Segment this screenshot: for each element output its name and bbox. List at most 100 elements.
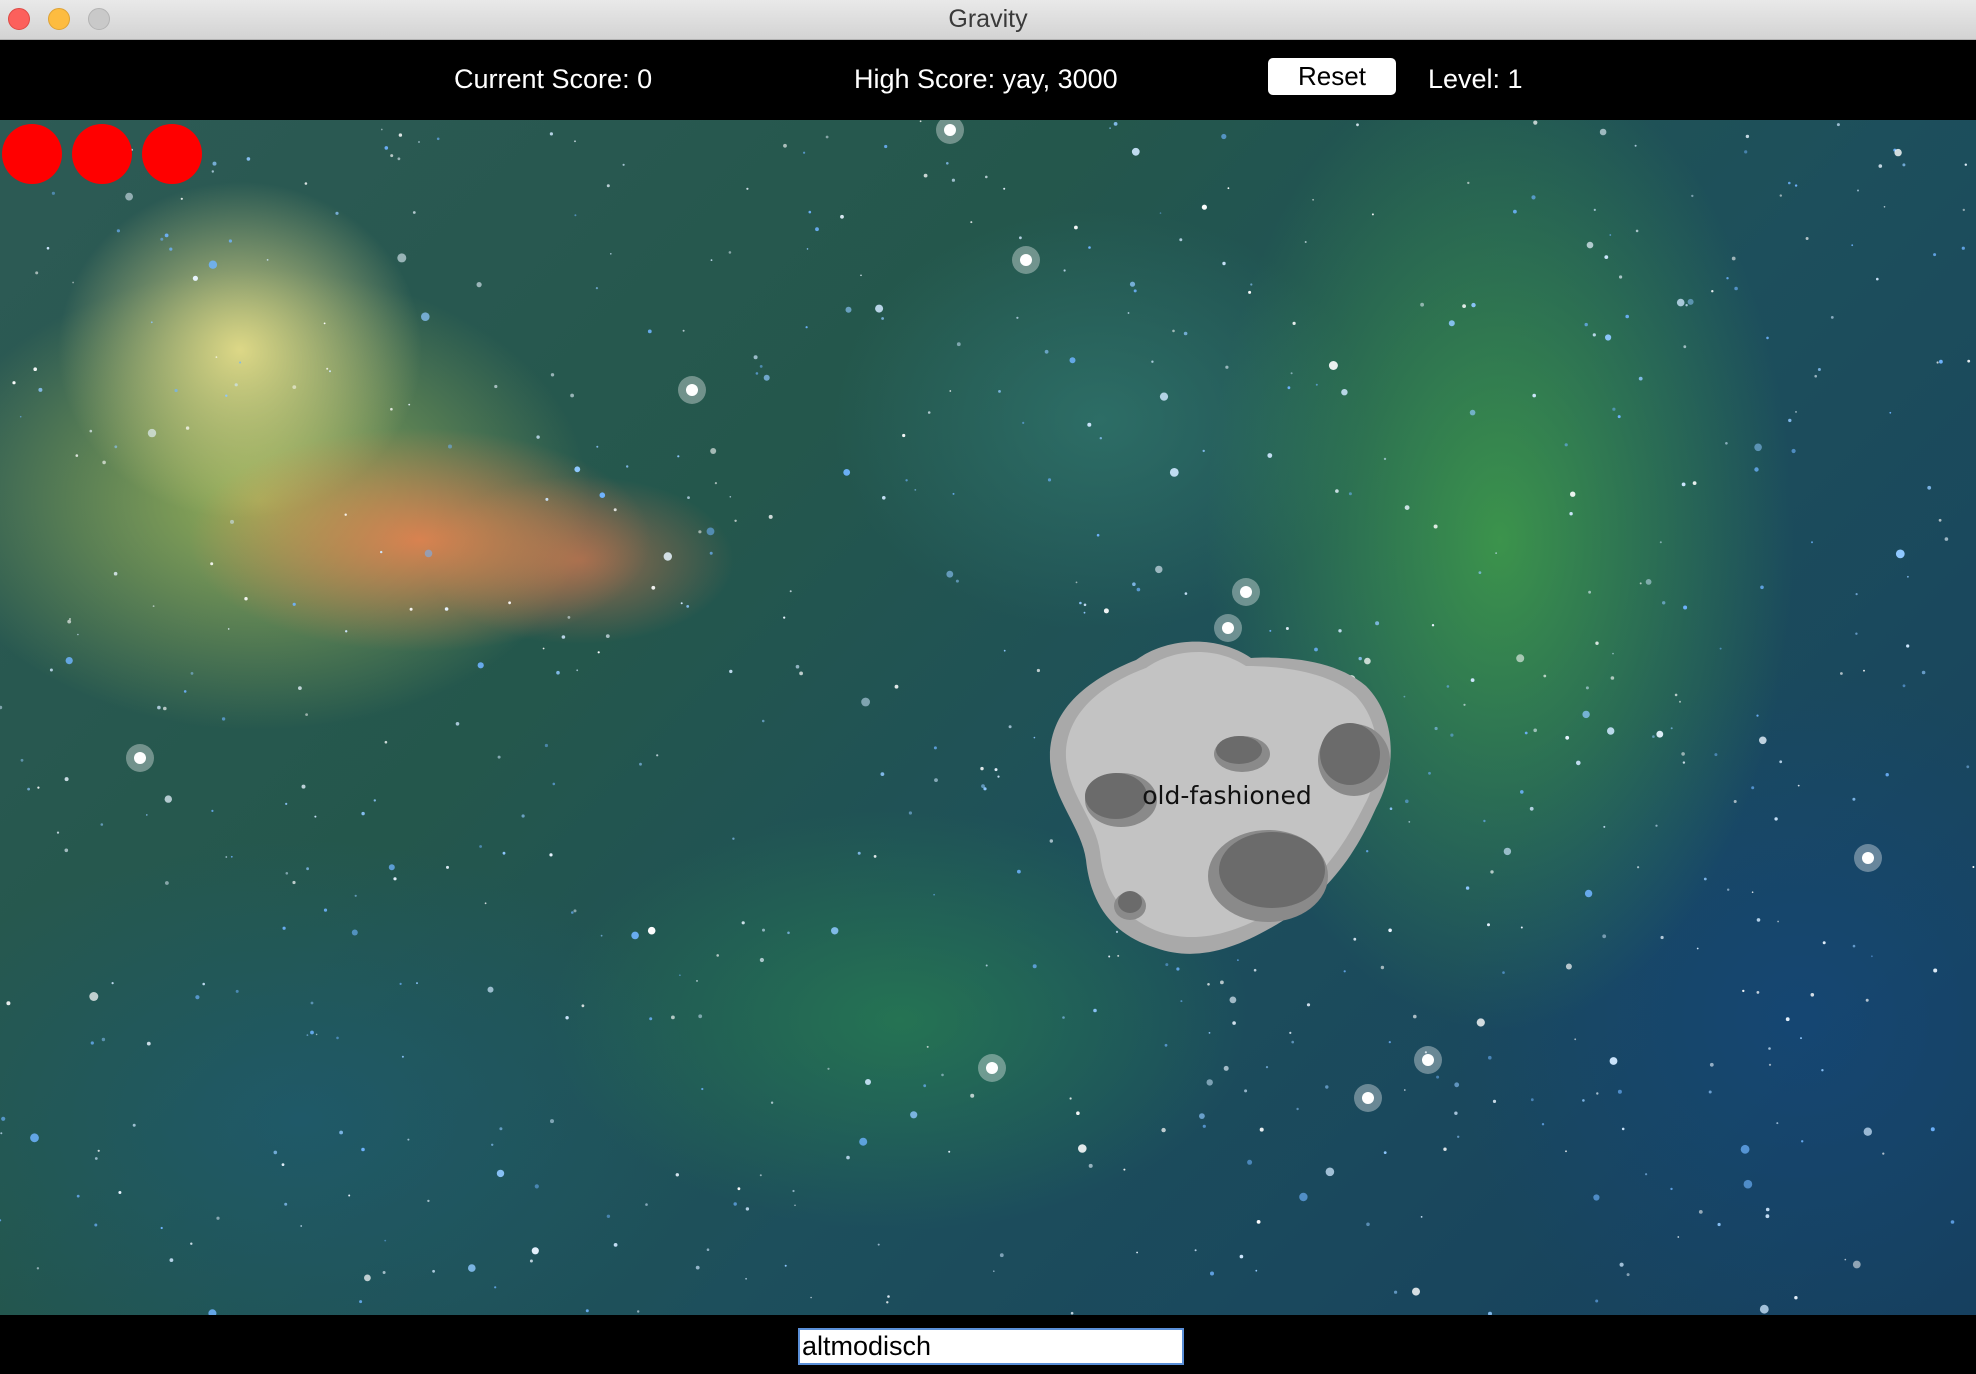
- star: [845, 306, 852, 313]
- star: [843, 469, 851, 476]
- star: [1454, 1082, 1460, 1088]
- star: [1878, 164, 1883, 168]
- star: [1202, 449, 1205, 453]
- star: [741, 921, 745, 925]
- star: [695, 1265, 700, 1270]
- star: [1895, 549, 1905, 559]
- star: [585, 1309, 589, 1313]
- star: [946, 570, 954, 578]
- star: [1794, 184, 1798, 187]
- star: [1625, 314, 1629, 319]
- star: [1016, 316, 1019, 319]
- star: [1610, 676, 1615, 680]
- game-field: old-fashioned: [0, 120, 1976, 1315]
- star: [1079, 601, 1082, 605]
- star: [348, 1194, 351, 1197]
- star: [914, 489, 917, 491]
- star: [1155, 565, 1163, 574]
- star: [1383, 1151, 1387, 1154]
- star: [397, 157, 401, 161]
- star: [216, 1216, 220, 1220]
- star: [64, 848, 69, 853]
- star: [0, 1219, 2, 1222]
- star: [1619, 1262, 1624, 1267]
- star: [1096, 533, 1100, 537]
- star: [647, 329, 652, 334]
- star: [97, 1149, 100, 1152]
- star: [227, 628, 230, 630]
- star: [1883, 206, 1886, 208]
- star: [1961, 246, 1965, 250]
- star: [549, 132, 554, 136]
- star: [1269, 629, 1272, 632]
- star: [783, 616, 786, 619]
- star: [310, 1001, 314, 1005]
- star: [861, 697, 870, 707]
- star: [857, 851, 861, 855]
- star: [329, 370, 331, 373]
- bright-star: [1362, 1092, 1374, 1104]
- star: [344, 513, 347, 516]
- star: [1574, 1038, 1577, 1041]
- star: [1857, 189, 1859, 192]
- star: [1756, 991, 1760, 994]
- star: [1595, 641, 1599, 645]
- star: [361, 811, 365, 816]
- star: [783, 143, 787, 148]
- star: [174, 388, 178, 393]
- star: [1325, 1167, 1335, 1177]
- star: [1754, 443, 1762, 452]
- star: [1019, 236, 1022, 240]
- star: [1210, 1271, 1214, 1276]
- star: [810, 1296, 812, 1299]
- star: [190, 672, 194, 675]
- star: [1822, 941, 1826, 945]
- star: [1328, 361, 1338, 370]
- star: [1291, 1040, 1294, 1044]
- star: [1062, 1016, 1065, 1019]
- star: [1593, 208, 1596, 211]
- star: [1159, 212, 1162, 214]
- life-indicator: [142, 124, 202, 184]
- star: [531, 1247, 539, 1255]
- star: [1335, 489, 1339, 493]
- star: [380, 128, 383, 131]
- star: [680, 602, 683, 605]
- star: [1734, 286, 1738, 291]
- star: [1745, 134, 1750, 139]
- reset-button[interactable]: Reset: [1268, 58, 1396, 95]
- star: [1805, 237, 1809, 240]
- star: [565, 1016, 569, 1020]
- star: [544, 743, 549, 748]
- star: [733, 1202, 737, 1206]
- star: [210, 562, 214, 566]
- answer-input[interactable]: [798, 1328, 1184, 1365]
- star: [746, 187, 749, 190]
- star: [1338, 629, 1342, 633]
- star: [1133, 289, 1137, 293]
- star: [1844, 1258, 1847, 1261]
- bright-star: [1422, 1054, 1434, 1066]
- star: [905, 479, 908, 482]
- star: [745, 1277, 747, 1280]
- star: [983, 787, 987, 791]
- star: [1356, 123, 1359, 127]
- star: [859, 1137, 868, 1146]
- star: [30, 1133, 39, 1143]
- star: [164, 233, 169, 238]
- star: [164, 795, 172, 803]
- star: [102, 460, 106, 465]
- star: [169, 247, 173, 251]
- star: [361, 1147, 365, 1152]
- star: [20, 758, 24, 762]
- star: [1855, 593, 1858, 596]
- star: [998, 390, 1001, 393]
- star: [1801, 1140, 1804, 1143]
- star: [1703, 877, 1707, 881]
- star: [1450, 733, 1454, 737]
- star: [805, 326, 808, 329]
- star: [1225, 365, 1229, 369]
- star: [1404, 1089, 1406, 1091]
- star: [536, 435, 540, 439]
- star: [1151, 360, 1154, 363]
